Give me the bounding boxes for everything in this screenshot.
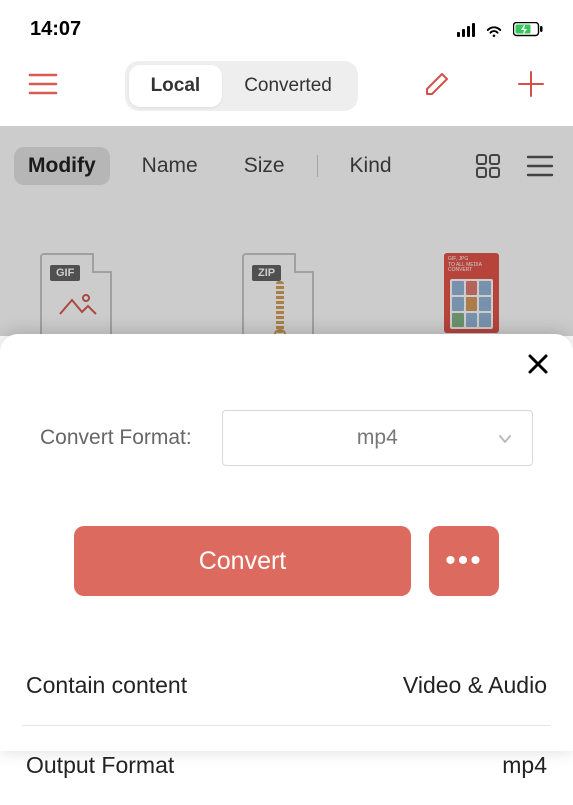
tab-converted[interactable]: Converted <box>222 65 354 107</box>
top-toolbar: Local Converted <box>0 51 573 129</box>
format-select[interactable]: mp4 <box>222 410 533 466</box>
detail-contain-content[interactable]: Contain content Video & Audio <box>22 646 551 726</box>
status-time: 14:07 <box>30 18 81 41</box>
tab-segment: Local Converted <box>125 61 358 111</box>
file-item-gif[interactable]: GIF <box>40 253 112 341</box>
detail-output-format[interactable]: Output Format mp4 <box>22 726 551 805</box>
more-button[interactable]: ••• <box>429 526 499 596</box>
convert-button[interactable]: Convert <box>74 526 411 596</box>
filter-bar: Modify Name Size Kind <box>0 129 573 203</box>
status-indicators <box>457 22 543 38</box>
format-value: mp4 <box>357 426 398 450</box>
menu-icon[interactable] <box>28 73 58 100</box>
filter-modify[interactable]: Modify <box>14 147 110 185</box>
detail-label: Contain content <box>26 672 187 699</box>
battery-icon <box>513 22 543 38</box>
chip-divider <box>317 155 318 177</box>
details-list: Contain content Video & Audio Output For… <box>22 646 551 805</box>
format-row: Convert Format: mp4 <box>22 410 551 466</box>
tab-local[interactable]: Local <box>129 65 223 107</box>
edit-icon[interactable] <box>424 71 450 102</box>
file-badge: ZIP <box>252 265 281 281</box>
filter-size[interactable]: Size <box>230 147 299 185</box>
wifi-icon <box>483 22 505 38</box>
zipper-icon <box>276 281 284 333</box>
poster-thumbnail: GIF, JPGTO ALL MEDIACONVERT <box>444 253 499 333</box>
format-label: Convert Format: <box>40 426 192 450</box>
detail-value: mp4 <box>502 752 547 779</box>
file-badge: GIF <box>50 265 80 281</box>
filter-name[interactable]: Name <box>128 147 212 185</box>
file-item-zip[interactable]: ZIP <box>242 253 314 341</box>
filter-kind[interactable]: Kind <box>336 147 406 185</box>
filter-chips: Modify Name Size Kind <box>14 147 406 185</box>
convert-sheet: Convert Format: mp4 Convert ••• Contain … <box>0 334 573 751</box>
detail-value: Video & Audio <box>403 672 547 699</box>
grid-view-icon[interactable] <box>471 152 505 180</box>
action-row: Convert ••• <box>22 526 551 596</box>
add-icon[interactable] <box>517 70 545 103</box>
image-icon <box>58 290 98 325</box>
close-icon[interactable] <box>527 352 549 380</box>
status-bar: 14:07 <box>0 0 573 51</box>
file-item-poster[interactable]: GIF, JPGTO ALL MEDIACONVERT <box>444 253 499 333</box>
detail-label: Output Format <box>26 752 174 779</box>
view-controls <box>471 152 557 180</box>
cellular-icon <box>457 23 475 37</box>
list-view-icon[interactable] <box>523 152 557 180</box>
chevron-down-icon <box>498 426 512 450</box>
